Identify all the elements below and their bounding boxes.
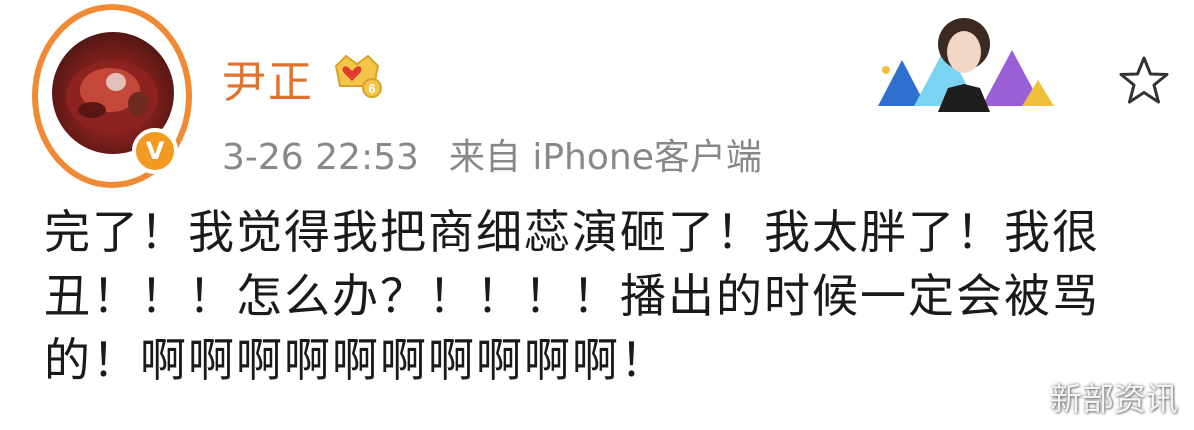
- post-timestamp: 3-26 22:53: [222, 137, 419, 178]
- avatar[interactable]: V: [32, 4, 200, 192]
- username[interactable]: 尹正: [222, 46, 314, 110]
- post-source[interactable]: 来自 iPhone客户端: [449, 137, 762, 178]
- verified-badge: V: [132, 128, 178, 174]
- vip-level: 6: [368, 81, 375, 96]
- star-outline-icon[interactable]: [1114, 52, 1174, 112]
- watermark: 新部资讯: [1049, 380, 1178, 418]
- verified-label: V: [145, 137, 165, 165]
- vip-crown-icon[interactable]: 6: [332, 52, 382, 98]
- profile-card-decoration: [878, 18, 1054, 112]
- post-meta: 3-26 22:53 来自 iPhone客户端: [222, 128, 762, 180]
- post-content: 完了！我觉得我把商细蕊演砸了！我太胖了！我很丑！！！怎么办？！！！！播出的时候一…: [44, 205, 1100, 387]
